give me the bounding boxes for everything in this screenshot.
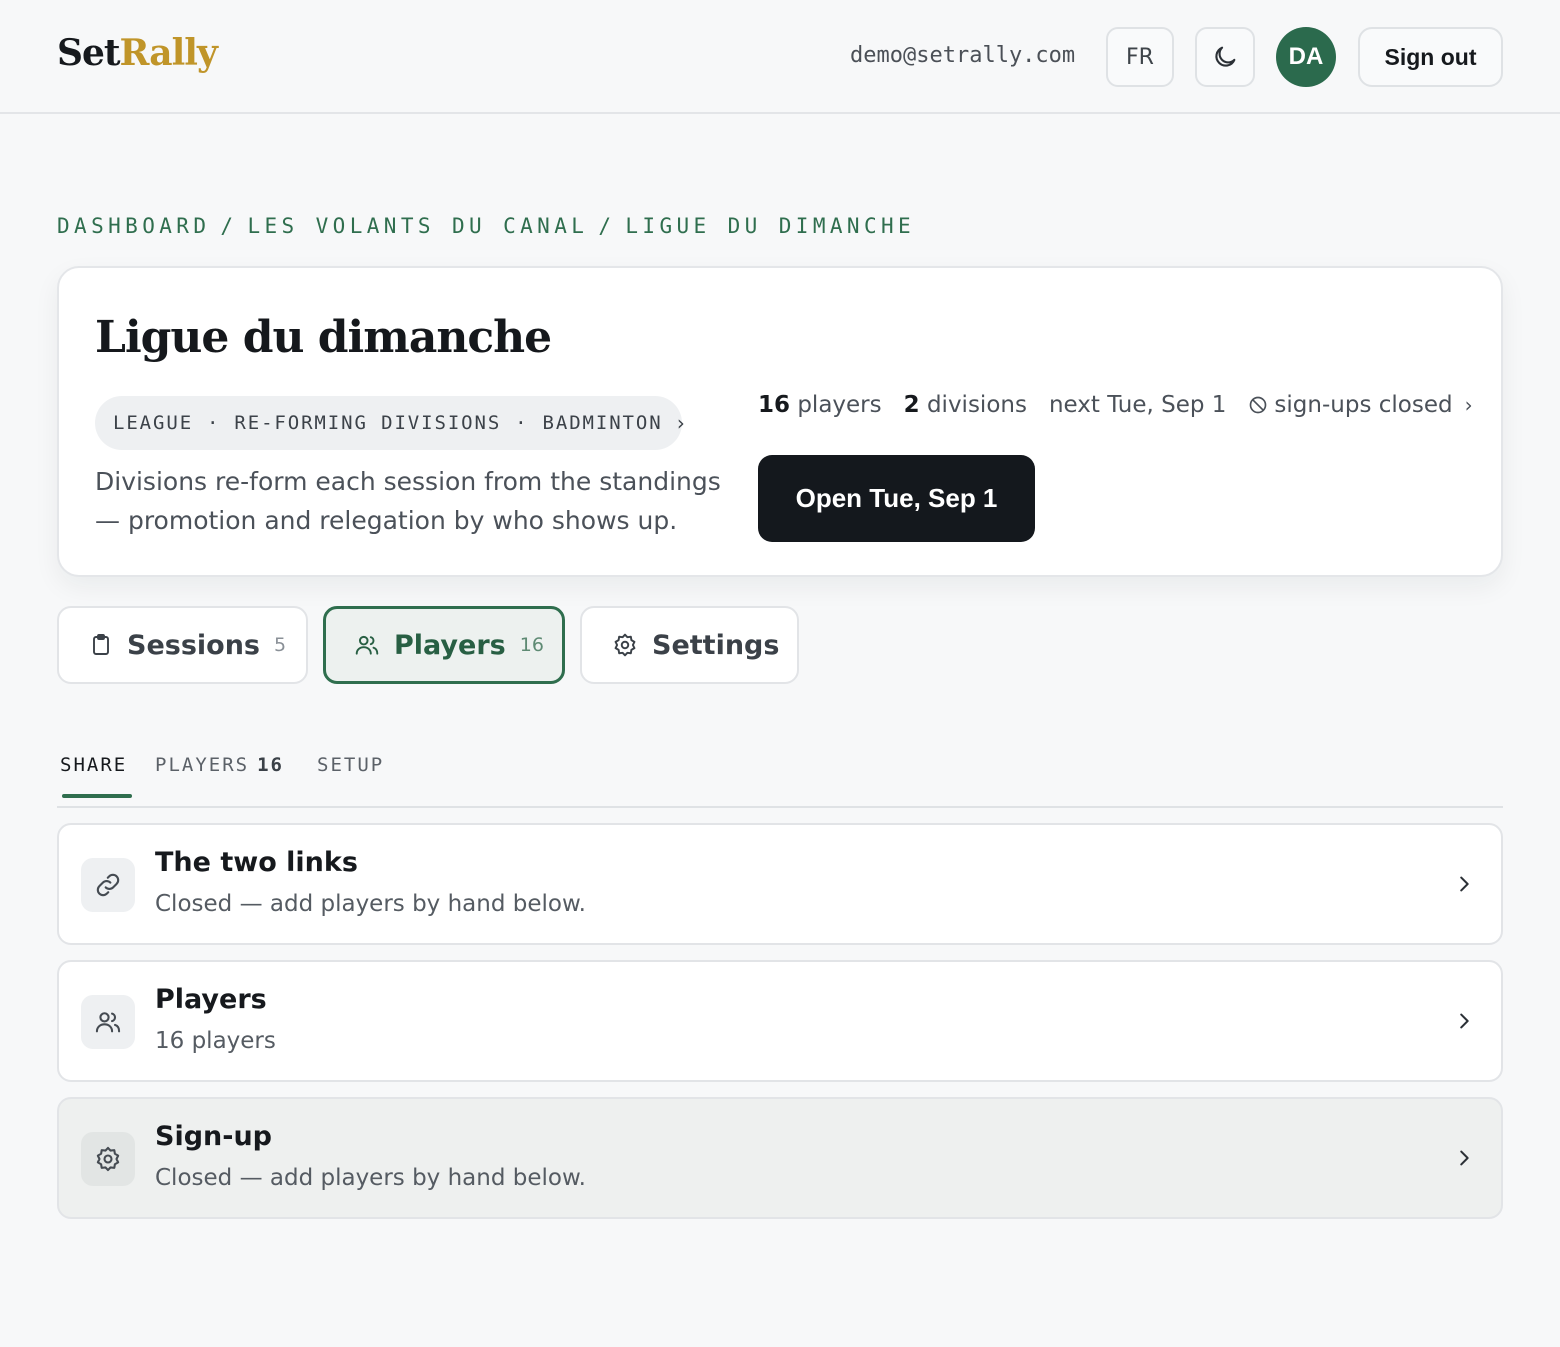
chevron-right-icon	[1460, 1013, 1469, 1029]
chip-separator: ·	[207, 412, 221, 434]
page-title: Ligue du dimanche	[95, 312, 552, 363]
card-subtitle: Closed — add players by hand below.	[155, 891, 586, 917]
tab-players[interactable]: Players 16	[323, 606, 565, 684]
users-icon	[355, 635, 379, 655]
gear-icon	[81, 1132, 135, 1186]
breadcrumb-separator: /	[598, 214, 616, 238]
logo[interactable]: SetRally	[57, 32, 218, 74]
sub-tabs: SHARE PLAYERS 16 SETUP	[57, 748, 1503, 808]
chevron-right-icon	[1460, 1150, 1469, 1166]
gear-icon	[614, 633, 636, 657]
card-title: Players	[155, 984, 267, 1015]
tab-label: Settings	[652, 629, 780, 661]
top-bar: SetRally demo@setrally.com FR DA Sign ou…	[0, 0, 1560, 114]
tab-sessions[interactable]: Sessions 5	[57, 606, 308, 684]
tab-count: 16	[519, 634, 544, 656]
next-session-stat: next Tue, Sep 1	[1048, 392, 1227, 418]
card-title: Sign-up	[155, 1121, 273, 1152]
tab-label: Sessions	[127, 629, 260, 661]
breadcrumb-separator: /	[220, 214, 238, 238]
subtab-count: 16	[257, 754, 284, 776]
divisions-stat: 2 divisions	[903, 392, 1027, 418]
signup-card[interactable]: Sign-up Closed — add players by hand bel…	[57, 1097, 1503, 1219]
chevron-right-icon: ›	[1464, 393, 1473, 417]
signups-status[interactable]: sign-ups closed ›	[1248, 392, 1473, 418]
chip-format: LEAGUE	[113, 412, 194, 434]
league-stats: 16 players 2 divisions next Tue, Sep 1 s…	[758, 392, 1473, 418]
logo-rally: Rally	[119, 32, 218, 74]
chevron-right-icon	[1460, 876, 1469, 892]
link-icon	[81, 858, 135, 912]
tab-settings[interactable]: Settings	[580, 606, 799, 684]
card-subtitle: Closed — add players by hand below.	[155, 1165, 586, 1191]
breadcrumb-club[interactable]: LES VOLANTS DU CANAL	[247, 214, 588, 238]
breadcrumb: DASHBOARD / LES VOLANTS DU CANAL / LIGUE DU …	[57, 214, 915, 238]
ban-icon	[1250, 396, 1267, 414]
players-stat: 16 players	[758, 392, 882, 418]
clipboard-icon	[93, 634, 109, 655]
user-email: demo@setrally.com	[850, 43, 1076, 68]
card-subtitle: 16 players	[155, 1028, 276, 1054]
chip-separator: ·	[515, 412, 529, 434]
league-description: Divisions re-form each session from the …	[95, 467, 721, 535]
league-hero-card: Ligue du dimanche LEAGUE · RE-FORMING DI…	[57, 266, 1503, 577]
avatar[interactable]: DA	[1276, 27, 1336, 87]
breadcrumb-dashboard[interactable]: DASHBOARD	[57, 214, 210, 238]
theme-toggle-button[interactable]	[1195, 27, 1255, 87]
subtab-players[interactable]: PLAYERS 16	[155, 754, 284, 776]
chip-mode: RE-FORMING DIVISIONS	[234, 412, 502, 434]
share-links-card[interactable]: The two links Closed — add players by ha…	[57, 823, 1503, 945]
open-session-button[interactable]: Open Tue, Sep 1	[758, 455, 1035, 542]
card-title: The two links	[155, 847, 358, 878]
tab-count: 5	[274, 634, 287, 656]
players-card[interactable]: Players 16 players	[57, 960, 1503, 1082]
sign-out-button[interactable]: Sign out	[1358, 27, 1503, 87]
logo-set: Set	[57, 32, 121, 74]
league-type-chip[interactable]: LEAGUE · RE-FORMING DIVISIONS · BADMINTO…	[95, 396, 687, 450]
tab-label: Players	[394, 629, 506, 661]
subtab-share[interactable]: SHARE	[60, 754, 132, 798]
users-icon	[81, 995, 135, 1049]
active-tab-indicator	[62, 794, 132, 798]
language-button[interactable]: FR	[1106, 27, 1174, 87]
moon-icon	[1215, 46, 1236, 67]
chip-sport: BADMINTON	[542, 412, 663, 434]
breadcrumb-league: LIGUE DU DIMANCHE	[625, 214, 916, 238]
chevron-right-icon: ›	[674, 411, 689, 435]
subtab-setup[interactable]: SETUP	[317, 754, 384, 776]
